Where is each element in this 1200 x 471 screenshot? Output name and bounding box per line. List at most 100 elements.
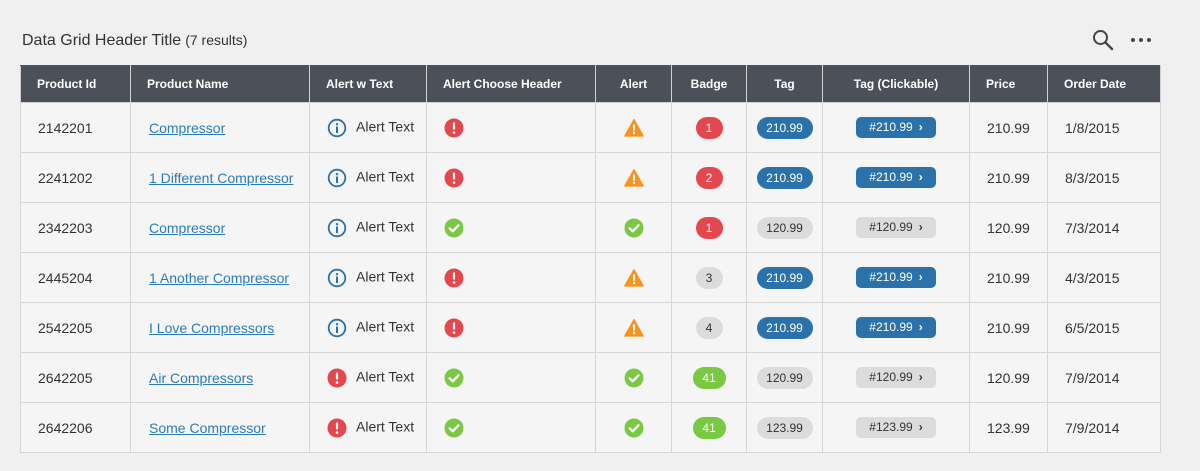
column-header-badge[interactable]: Badge [671, 65, 747, 103]
grid-title: Data Grid Header Title (7 results) [22, 32, 247, 50]
badge: 41 [692, 416, 726, 439]
alert-text-label: Alert Text [356, 368, 415, 385]
column-header-alert-w-text[interactable]: Alert w Text [309, 65, 427, 103]
column-header-tag[interactable]: Tag [746, 65, 823, 103]
table-row[interactable]: 2241202 1 Different Compressor Alert Text 2… [20, 152, 1161, 203]
clickable-tag[interactable]: #210.99 › [856, 167, 936, 188]
order-date-cell: 1/8/2015 [1047, 102, 1161, 153]
success-icon [624, 418, 644, 438]
price-cell: 120.99 [969, 352, 1048, 403]
table-row[interactable]: 2642206 Some Compressor Alert Text 41 123.99… [20, 402, 1161, 453]
clickable-tag[interactable]: #210.99 › [856, 317, 936, 338]
clickable-tag[interactable]: #210.99 › [856, 267, 936, 288]
warning-icon [623, 318, 644, 338]
product-id-cell: 2342203 [20, 202, 131, 253]
clickable-tag[interactable]: #120.99 › [856, 217, 936, 238]
tag-cell: 210.99 [746, 102, 823, 153]
warning-icon [623, 118, 644, 138]
alert-text-cell: Alert Text [309, 402, 427, 453]
clickable-tag[interactable]: #210.99 › [856, 117, 936, 138]
product-name-cell: I Love Compressors [130, 302, 310, 353]
alert-text-cell: Alert Text [309, 202, 427, 253]
product-name-link[interactable]: 1 Another Compressor [149, 270, 289, 286]
success-icon [624, 218, 644, 238]
alert-text-cell: Alert Text [309, 302, 427, 353]
badge: 1 [695, 216, 723, 239]
alert-cell [595, 252, 672, 303]
product-id-cell: 2642205 [20, 352, 131, 403]
product-name-link[interactable]: Some Compressor [149, 420, 266, 436]
badge-cell: 1 [671, 102, 747, 153]
clickable-tag-cell: #120.99 › [822, 202, 970, 253]
error-icon [444, 318, 464, 338]
badge: 2 [695, 166, 723, 189]
chevron-right-icon: › [918, 370, 923, 384]
badge-cell: 1 [671, 202, 747, 253]
column-header-tag-clickable[interactable]: Tag (Clickable) [822, 65, 970, 103]
clickable-tag[interactable]: #120.99 › [856, 367, 936, 388]
column-header-product-name[interactable]: Product Name [130, 65, 310, 103]
table-row[interactable]: 2445204 1 Another Compressor Alert Text 3 21… [20, 252, 1161, 303]
alert-text-label: Alert Text [356, 268, 415, 285]
product-name-link[interactable]: I Love Compressors [149, 320, 274, 336]
price-cell: 123.99 [969, 402, 1048, 453]
product-id-cell: 2142201 [20, 102, 131, 153]
clickable-tag-label: #210.99 [869, 320, 913, 334]
badge: 3 [695, 266, 723, 289]
warning-icon [623, 268, 644, 288]
chevron-right-icon: › [918, 320, 923, 334]
chevron-right-icon: › [918, 220, 923, 234]
product-id-cell: 2642206 [20, 402, 131, 453]
clickable-tag-cell: #210.99 › [822, 102, 970, 153]
success-icon [444, 418, 464, 438]
error-icon [444, 268, 464, 288]
table-row[interactable]: 2542205 I Love Compressors Alert Text 4 210.… [20, 302, 1161, 353]
badge: 41 [692, 366, 726, 389]
alert-text-cell: Alert Text [309, 252, 427, 303]
order-date-cell: 8/3/2015 [1047, 152, 1161, 203]
clickable-tag-label: #123.99 [869, 420, 913, 434]
clickable-tag[interactable]: #123.99 › [856, 417, 936, 438]
price-cell: 120.99 [969, 202, 1048, 253]
warning-icon [623, 168, 644, 188]
column-header-alert[interactable]: Alert [595, 65, 672, 103]
column-header-price[interactable]: Price [969, 65, 1048, 103]
clickable-tag-label: #210.99 [869, 270, 913, 284]
chevron-right-icon: › [918, 120, 923, 134]
product-id-cell: 2542205 [20, 302, 131, 353]
product-name-link[interactable]: Compressor [149, 220, 225, 236]
more-options-icon[interactable] [1130, 31, 1152, 49]
badge-cell: 41 [671, 402, 747, 453]
order-date-cell: 4/3/2015 [1047, 252, 1161, 303]
clickable-tag-cell: #210.99 › [822, 302, 970, 353]
price-cell: 210.99 [969, 152, 1048, 203]
alert-text-cell: Alert Text [309, 102, 427, 153]
column-header-order-date[interactable]: Order Date [1047, 65, 1161, 103]
product-name-link[interactable]: Compressor [149, 120, 225, 136]
price-cell: 210.99 [969, 102, 1048, 153]
product-name-link[interactable]: 1 Different Compressor [149, 170, 293, 186]
tag-cell: 120.99 [746, 352, 823, 403]
success-icon [444, 368, 464, 388]
table-row[interactable]: 2642205 Air Compressors Alert Text 41 120.99… [20, 352, 1161, 403]
search-icon[interactable] [1092, 29, 1114, 51]
info-icon [327, 218, 347, 238]
alert-cell [595, 102, 672, 153]
info-icon [327, 168, 347, 188]
table-row[interactable]: 2342203 Compressor Alert Text 1 120.99 #120.9… [20, 202, 1161, 253]
alert-text-cell: Alert Text [309, 152, 427, 203]
tag-cell: 210.99 [746, 252, 823, 303]
column-header-product-id[interactable]: Product Id [20, 65, 131, 103]
product-name-link[interactable]: Air Compressors [149, 370, 253, 386]
column-header-alert-choose-header[interactable]: Alert Choose Header [426, 65, 596, 103]
product-id-cell: 2445204 [20, 252, 131, 303]
alert-cell [595, 402, 672, 453]
table-row[interactable]: 2142201 Compressor Alert Text 1 210.99 #210.9… [20, 102, 1161, 153]
alert-cell [595, 302, 672, 353]
order-date-cell: 7/3/2014 [1047, 202, 1161, 253]
alert-choose-cell [426, 352, 596, 403]
clickable-tag-label: #210.99 [869, 120, 913, 134]
price-cell: 210.99 [969, 252, 1048, 303]
tag: 210.99 [756, 116, 813, 139]
info-icon [327, 118, 347, 138]
